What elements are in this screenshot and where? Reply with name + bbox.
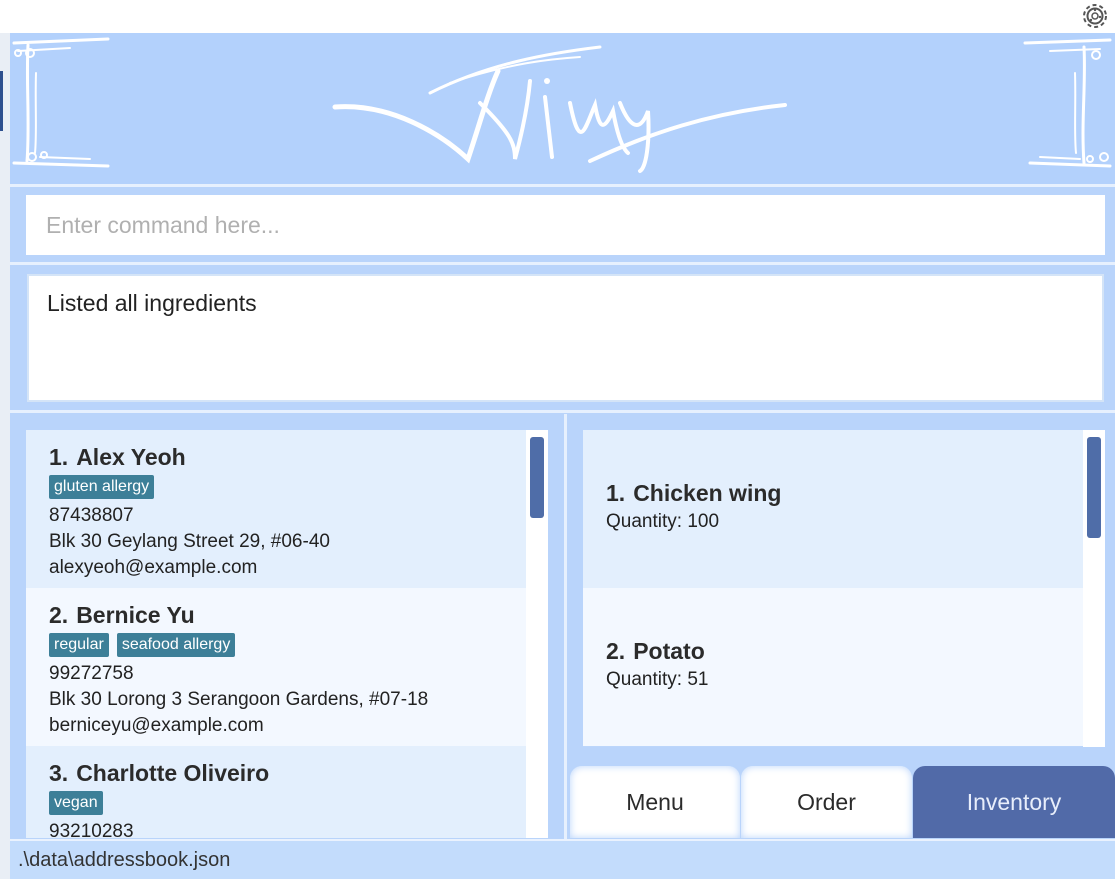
command-input[interactable]: Enter command here... [26, 195, 1105, 255]
person-tags: vegan [49, 791, 504, 819]
tag: seafood allergy [116, 633, 236, 657]
logo-banner [10, 33, 1115, 184]
inventory-list[interactable]: 1. Chicken wing Quantity: 100 2. Potato Qu… [583, 430, 1105, 747]
person-phone: 93210283 [49, 821, 134, 838]
person-card[interactable]: 3. Charlotte Oliveiro vegan 93210283 [26, 746, 526, 838]
person-name-line: 2. Bernice Yu [49, 600, 504, 630]
ingredient-name-line: 1. Chicken wing [606, 478, 1061, 508]
inventory-list-scrollbar[interactable] [1083, 430, 1105, 747]
ingredient-card[interactable]: 2. Potato Quantity: 51 [583, 588, 1083, 746]
divider [10, 410, 1115, 413]
person-name: Bernice Yu [76, 602, 195, 628]
window-edge [0, 33, 10, 879]
panel-divider [564, 414, 567, 839]
person-email: alexyeoh@example.com [49, 557, 258, 578]
edge-mark [0, 71, 3, 131]
person-list-scrollbar[interactable] [526, 430, 548, 838]
view-tabs: Menu Order Inventory [570, 766, 1115, 838]
divider [10, 262, 1115, 265]
person-index: 2. [49, 602, 69, 628]
tag: gluten allergy [49, 475, 155, 499]
person-name-line: 3. Charlotte Oliveiro [49, 758, 504, 788]
ingredient-quantity: Quantity: 100 [606, 511, 720, 532]
person-name: Alex Yeoh [76, 444, 186, 470]
ingredient-name: Potato [633, 638, 705, 664]
person-card[interactable]: 2. Bernice Yu regular seafood allergy 9927… [26, 588, 526, 746]
status-bar-path: .\data\addressbook.json [10, 839, 1115, 879]
ingredient-index: 2. [606, 638, 626, 664]
person-tags: gluten allergy [49, 475, 504, 503]
person-card[interactable]: 1. Alex Yeoh gluten allergy 87438807 Blk … [26, 430, 526, 588]
app-window: Enter command here... Listed all ingredi… [10, 33, 1115, 879]
tab-order[interactable]: Order [741, 766, 912, 838]
tab-inventory[interactable]: Inventory [913, 766, 1115, 838]
person-email: berniceyu@example.com [49, 715, 264, 736]
logo-banner-art [12, 37, 1112, 173]
person-phone: 87438807 [49, 505, 134, 526]
person-list[interactable]: 1. Alex Yeoh gluten allergy 87438807 Blk … [26, 430, 548, 838]
scrollbar-thumb[interactable] [1087, 437, 1101, 538]
ingredient-name: Chicken wing [633, 480, 782, 506]
result-display: Listed all ingredients [27, 274, 1104, 402]
ingredient-quantity: Quantity: 51 [606, 669, 709, 690]
person-index: 3. [49, 760, 69, 786]
window-top-bar [0, 0, 1115, 33]
person-name: Charlotte Oliveiro [76, 760, 270, 786]
person-name-line: 1. Alex Yeoh [49, 442, 504, 472]
scrollbar-thumb[interactable] [530, 437, 544, 518]
tag: vegan [49, 791, 103, 815]
gear-icon[interactable] [1079, 0, 1111, 32]
ingredient-card[interactable]: 1. Chicken wing Quantity: 100 [583, 430, 1083, 588]
person-phone: 99272758 [49, 663, 134, 684]
person-address: Blk 30 Lorong 3 Serangoon Gardens, #07-1… [49, 689, 429, 710]
person-index: 1. [49, 444, 69, 470]
divider [10, 184, 1115, 187]
ingredient-index: 1. [606, 480, 626, 506]
tag: regular [49, 633, 109, 657]
person-tags: regular seafood allergy [49, 633, 504, 661]
tab-menu[interactable]: Menu [570, 766, 740, 838]
ingredient-name-line: 2. Potato [606, 636, 1061, 666]
person-address: Blk 30 Geylang Street 29, #06-40 [49, 531, 330, 552]
